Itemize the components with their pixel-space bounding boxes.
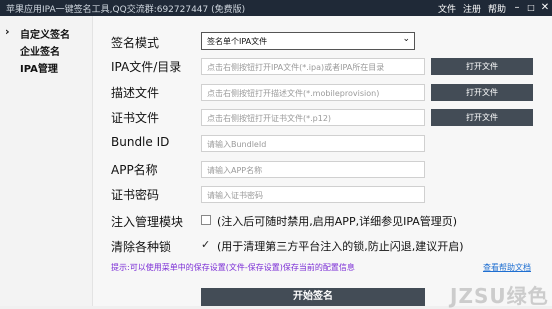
inject-module-text: (注入后可随时禁用,启用APP,详细参见IPA管理页) [217,215,458,228]
sign-mode-value: 签名单个IPA文件 [207,37,268,46]
menu-register[interactable]: 注册 [463,2,481,15]
open-cert-button[interactable]: 打开文件 [431,109,533,126]
chevron-down-icon: ⌄ [402,34,410,44]
clear-locks-text: (用于清理第三方平台注入的锁,防止闪退,建议开启) [217,240,464,253]
sidebar-item-label: IPA管理 [20,64,58,75]
clear-locks-label: 清除各种锁 [111,240,172,254]
main-panel: 签名模式 签名单个IPA文件 ⌄ IPA文件/目录 点击右侧按钮打开IPA文件(… [93,16,552,308]
cert-password-field[interactable]: 请输入证书密码 [201,186,425,203]
sign-mode-select[interactable]: 签名单个IPA文件 ⌄ [201,32,415,50]
sidebar-item-label: 自定义签名 [20,30,70,41]
open-ipa-button[interactable]: 打开文件 [431,58,533,75]
chevron-right-icon: › [5,25,10,38]
start-sign-button[interactable]: 开始签名 [201,288,425,306]
cert-password-label: 证书密码 [111,188,160,202]
title-bar: 苹果应用IPA一键签名工具,QQ交流群:692727447 (免费版) 文件 注… [0,0,552,16]
app-name-field[interactable]: 请输入APP名称 [201,161,425,178]
profile-path-field[interactable]: 点击右侧按钮打开描述文件(*.mobileprovision) [201,84,425,101]
sidebar: › 自定义签名 企业签名 IPA管理 [0,16,93,306]
cert-label: 证书文件 [111,111,160,125]
sidebar-item-enterprise-sign[interactable]: 企业签名 [0,42,92,58]
ipa-label: IPA文件/目录 [111,60,182,74]
sign-mode-label: 签名模式 [111,36,160,50]
clear-locks-checkbox[interactable]: ✓ [201,238,211,251]
app-name-label: APP名称 [111,163,158,177]
watermark-logo: JZSU绿色 [448,262,548,308]
tip-text: 提示:可以使用菜单中的保存设置(文件-保存设置)保存当前的配置信息 [111,263,355,272]
bundle-id-field[interactable]: 请输入BundleId [201,135,425,152]
menu-help[interactable]: 帮助 [488,2,506,15]
check-icon: ✓ [201,238,211,251]
sidebar-item-custom-sign[interactable]: › 自定义签名 [0,25,92,41]
bundle-id-label: Bundle ID [111,135,170,149]
open-profile-button[interactable]: 打开文件 [431,84,533,101]
menu-file[interactable]: 文件 [438,2,456,15]
inject-module-label: 注入管理模块 [111,215,184,229]
window-title: 苹果应用IPA一键签名工具,QQ交流群:692727447 (免费版) [6,5,246,15]
sidebar-item-ipa-manage[interactable]: IPA管理 [0,59,92,75]
inject-module-checkbox[interactable] [201,215,211,225]
ipa-path-field[interactable]: 点击右侧按钮打开IPA文件(*.ipa)或者IPA所在目录 [201,58,425,75]
cert-path-field[interactable]: 点击右侧按钮打开证书文件(*.p12) [201,109,425,126]
sidebar-item-label: 企业签名 [20,47,60,58]
watermark-text: JZSU绿色 [450,284,549,308]
profile-label: 描述文件 [111,86,160,100]
close-icon[interactable]: ✕ [534,0,552,16]
